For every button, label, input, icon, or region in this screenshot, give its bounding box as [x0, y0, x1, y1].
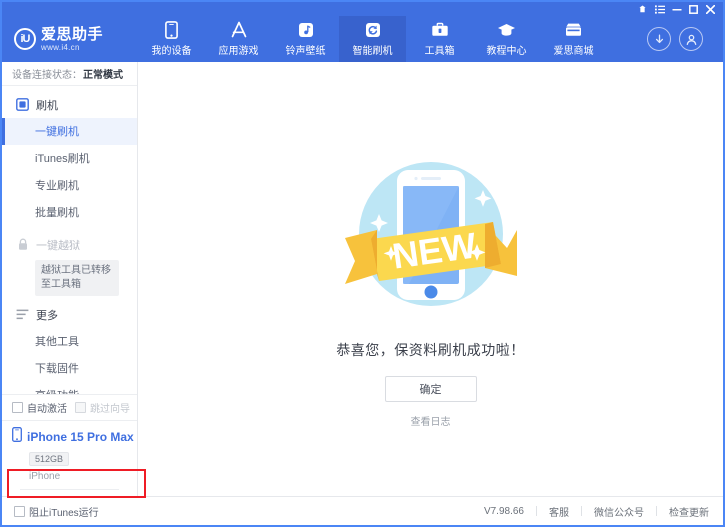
sidebar-group-flash[interactable]: 刷机	[2, 92, 137, 118]
phone-icon	[165, 21, 178, 39]
menu-icon[interactable]	[651, 3, 668, 16]
brand-name: 爱思助手	[41, 25, 104, 43]
block-itunes-label: 阻止iTunes运行	[29, 507, 99, 519]
divider	[536, 506, 537, 516]
sidebar-item-advanced[interactable]: 高级功能	[2, 382, 137, 394]
app-header: iU 爱思助手 www.i4.cn 我的设备 应用游戏 铃声壁纸 智能刷机 工具…	[2, 16, 723, 62]
device-capacity-badge: 512GB	[29, 452, 70, 466]
checkbox-box	[75, 402, 86, 414]
confirm-button[interactable]: 确定	[384, 376, 477, 402]
appstore-icon	[229, 21, 249, 39]
download-icon[interactable]	[647, 27, 671, 51]
minimize-button[interactable]	[668, 3, 685, 16]
sidebar-options-row: 自动激活 跳过向导	[2, 394, 137, 420]
wechat-official-link[interactable]: 微信公众号	[594, 504, 644, 519]
sidebar-group-more[interactable]: 更多	[2, 302, 137, 328]
more-lines-icon	[16, 308, 29, 321]
nav-tab-label: 智能刷机	[352, 46, 393, 57]
new-phone-badge-illustration: NEW	[344, 162, 517, 306]
music-icon	[298, 21, 314, 39]
nav-tab-smart-flash[interactable]: 智能刷机	[339, 16, 406, 62]
connected-device-card[interactable]: iPhone 15 Pro Max 512GB iPhone	[2, 420, 137, 496]
brand-url: www.i4.cn	[41, 42, 80, 52]
sidebar: 设备连接状态： 正常模式 刷机 一键刷机 iTunes刷机 专业刷机 批量刷机 …	[2, 62, 146, 498]
user-account-icon[interactable]	[679, 27, 703, 51]
brand-logo[interactable]: iU 爱思助手 www.i4.cn	[2, 16, 138, 62]
header-actions	[635, 16, 723, 62]
graduation-icon	[497, 21, 516, 39]
nav-tab-toolbox[interactable]: 工具箱	[406, 16, 473, 62]
logo-mark-icon: iU	[14, 28, 36, 50]
body-area: 设备连接状态： 正常模式 刷机 一键刷机 iTunes刷机 专业刷机 批量刷机 …	[2, 62, 723, 498]
sidebar-group-label: 刷机	[36, 99, 58, 112]
close-button[interactable]	[702, 3, 719, 16]
connection-status-label: 设备连接状态：	[12, 69, 82, 81]
block-itunes-checkbox[interactable]: 阻止iTunes运行	[14, 504, 99, 519]
nav-tab-label: 我的设备	[151, 46, 192, 57]
nav-tab-my-device[interactable]: 我的设备	[138, 16, 205, 62]
sidebar-group-label: 更多	[36, 309, 58, 322]
sidebar-item-itunes-flash[interactable]: iTunes刷机	[2, 145, 137, 172]
nav-tab-label: 教程中心	[486, 46, 527, 57]
main-content: NEW 恭喜您，保资料刷机成功啦！ 确定 查看日志	[138, 62, 723, 496]
sidebar-group-label: 一键越狱	[36, 239, 80, 252]
main-nav: 我的设备 应用游戏 铃声壁纸 智能刷机 工具箱 教程中心 爱思商城	[138, 16, 635, 62]
nav-tab-label: 爱思商城	[553, 46, 594, 57]
device-name: iPhone 15 Pro Max	[27, 430, 134, 444]
nav-tab-label: 工具箱	[424, 46, 455, 57]
flash-icon	[16, 98, 29, 112]
checkbox-box	[12, 402, 23, 414]
lock-icon	[16, 238, 29, 251]
divider	[581, 506, 582, 516]
nav-tab-apps-games[interactable]: 应用游戏	[205, 16, 272, 62]
sidebar-item-label: 专业刷机	[35, 180, 79, 193]
skin-icon[interactable]	[634, 3, 651, 16]
sidebar-group-jailbreak: 一键越狱	[2, 232, 137, 258]
customer-service-link[interactable]: 客服	[549, 504, 569, 519]
toolbox-icon	[431, 21, 449, 39]
sidebar-item-label: 一键刷机	[35, 126, 79, 139]
checkbox-box	[14, 505, 25, 517]
sidebar-item-label: 批量刷机	[35, 207, 79, 220]
connection-status-value: 正常模式	[83, 69, 123, 81]
store-icon	[564, 21, 583, 39]
sidebar-item-label: 其他工具	[35, 336, 79, 349]
nav-tab-ringtone-wallpaper[interactable]: 铃声壁纸	[272, 16, 339, 62]
jailbreak-moved-tooltip: 越狱工具已转移至工具箱	[35, 259, 119, 296]
auto-activate-label: 自动激活	[27, 404, 67, 416]
sidebar-item-pro-flash[interactable]: 专业刷机	[2, 172, 137, 199]
nav-tab-label: 铃声壁纸	[285, 46, 326, 57]
title-bar	[2, 2, 723, 16]
app-window: iU 爱思助手 www.i4.cn 我的设备 应用游戏 铃声壁纸 智能刷机 工具…	[0, 0, 725, 527]
sidebar-item-label: 下载固件	[35, 363, 79, 376]
success-message: 恭喜您，保资料刷机成功啦！	[336, 342, 525, 358]
status-bar: 阻止iTunes运行 V7.98.66 客服 微信公众号 检查更新	[2, 496, 723, 525]
sidebar-item-one-click-flash[interactable]: 一键刷机	[2, 117, 137, 145]
check-update-link[interactable]: 检查更新	[669, 504, 709, 519]
window-frame: iU 爱思助手 www.i4.cn 我的设备 应用游戏 铃声壁纸 智能刷机 工具…	[0, 0, 725, 527]
device-type: iPhone	[29, 471, 61, 482]
sidebar-item-label: 高级功能	[35, 387, 79, 394]
status-bar-actions: V7.98.66 客服 微信公众号 检查更新	[484, 504, 723, 519]
skip-wizard-checkbox: 跳过向导	[75, 400, 130, 415]
sidebar-item-batch-flash[interactable]: 批量刷机	[2, 199, 137, 226]
view-log-link[interactable]: 查看日志	[411, 413, 451, 428]
sidebar-item-other-tools[interactable]: 其他工具	[2, 328, 137, 355]
divider	[656, 506, 657, 516]
nav-tab-tutorial-center[interactable]: 教程中心	[473, 16, 540, 62]
sidebar-menu: 刷机 一键刷机 iTunes刷机 专业刷机 批量刷机 一键越狱 越狱工具已转移至…	[2, 86, 137, 394]
version-label: V7.98.66	[483, 505, 524, 517]
nav-tab-store[interactable]: 爱思商城	[540, 16, 607, 62]
nav-tab-label: 应用游戏	[218, 46, 259, 57]
maximize-button[interactable]	[685, 3, 702, 16]
sidebar-item-download-firmware[interactable]: 下载固件	[2, 355, 137, 382]
auto-activate-checkbox[interactable]: 自动激活	[12, 400, 67, 415]
sidebar-item-label: iTunes刷机	[35, 153, 90, 166]
refresh-icon	[365, 21, 381, 39]
skip-wizard-label: 跳过向导	[90, 404, 130, 416]
iphone-icon	[12, 427, 22, 447]
divider	[20, 489, 119, 490]
device-connection-status: 设备连接状态： 正常模式	[2, 62, 137, 86]
